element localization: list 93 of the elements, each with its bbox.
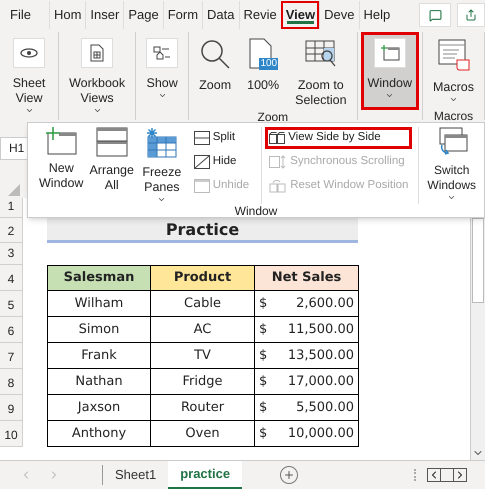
table-cell: Wilham [47,291,151,317]
sheet-title: Practice [47,218,358,243]
table-cell: Router [151,395,255,421]
ribbon-button[interactable]: 100 100% [240,32,286,111]
ribbon-tab[interactable]: Data [202,1,238,29]
ribbon-button[interactable]: Sheet View [3,32,56,118]
table-cell-text: 5,500.00 [296,398,354,417]
horizontal-scroll-buttons[interactable] [427,468,467,482]
table-cell: AC [151,317,255,343]
split-icon [194,131,210,145]
ribbon-button[interactable]: Macros [426,32,481,110]
document-icon [81,38,114,68]
table-cell-text: 13,500.00 [288,346,354,365]
new-window-icon [374,38,406,68]
magnifier-icon [199,38,232,70]
unhide-icon [194,179,210,193]
group-label: Window [234,204,278,220]
table-cell-text: 2,600.00 [296,294,354,313]
ribbon-tab[interactable]: Revie [238,1,281,29]
add-sheet-button[interactable] [280,466,298,484]
group-label: Zoom [256,111,290,121]
row-number: 4 [0,265,23,291]
ribbon-button[interactable]: Show [139,32,186,110]
switch-windows-button[interactable]: Switch Windows [418,127,480,204]
side-by-side-icon [269,132,286,144]
freeze-grid-icon [146,127,178,159]
reset-windows-icon [269,179,288,193]
table-cell: Nathan [47,369,151,395]
large-button[interactable]: Freeze Panes [136,127,187,204]
ribbon-tab[interactable]: Hom [48,1,86,29]
currency-symbol: $ [259,398,268,417]
ribbon-tab[interactable]: Deve [319,1,358,29]
ribbon-button[interactable]: Workbook Views [62,32,132,118]
currency-symbol: $ [259,294,268,313]
window-menu-item[interactable]: Split [190,127,254,149]
sync-scroll-icon [269,155,288,169]
eye-icon [13,38,46,68]
group-label: Macros [432,110,474,120]
ribbon-tab[interactable]: Page [123,1,163,29]
large-button[interactable]: Arrange All [86,127,137,204]
window-menu-item[interactable]: View Side by Side [265,127,412,149]
currency-symbol: $ [259,346,268,365]
row-number: 9 [0,395,23,421]
shapes-icon [146,38,178,68]
row-number: 5 [0,291,23,317]
currency-symbol: $ [259,424,268,443]
row-number: 10 [0,421,23,447]
table-cell: TV [151,343,255,369]
table-header-cell: Product [151,265,255,291]
plus-icon [283,469,296,481]
ribbon-tab[interactable]: View [280,1,320,29]
table-cell-text: 17,000.00 [288,372,354,391]
table-header-cell: Net Sales [255,265,359,291]
comments-button[interactable] [419,3,451,27]
table-cell: Fridge [151,369,255,395]
currency-symbol: $ [259,372,268,391]
table-cell: Frank [47,343,151,369]
stacked-windows-icon [96,127,128,157]
table-header-cell: Salesman [47,265,151,291]
hide-icon [194,155,210,169]
vertical-scrollbar[interactable] [470,218,485,460]
ribbon-tab[interactable]: Form [162,1,202,29]
row-number: 2 [0,218,23,243]
macro-sheet-icon [436,38,470,72]
table-cell: Cable [151,291,255,317]
select-all-icon [8,184,20,196]
ribbon-button[interactable]: Zoom [192,32,238,111]
row-number: 7 [0,343,23,369]
table-cell: Jaxson [47,395,151,421]
table-cell-text: 11,500.00 [288,320,354,339]
table-cell: Simon [47,317,151,343]
row-number: 8 [0,369,23,395]
row-number: 1 [0,198,23,218]
new-window-icon [45,127,78,155]
ribbon-tab[interactable]: File [6,1,35,29]
scroll-thumb[interactable] [472,218,484,303]
ribbon-button[interactable]: Zoom to Selection [288,32,354,111]
row-number: 6 [0,317,23,343]
ribbon-button[interactable]: Window [360,32,420,110]
currency-symbol: $ [259,320,268,339]
window-menu-item[interactable]: Hide [190,151,254,173]
table-cell: Anthony [47,421,151,447]
share-button[interactable] [457,3,485,27]
row-number: 3 [0,243,23,265]
sheet-tab[interactable]: practice [168,461,242,489]
table-cell: Oven [151,421,255,447]
comment-icon [428,8,442,22]
ribbon-tab[interactable]: Inser [85,1,124,29]
table-cell-text: 10,000.00 [288,424,354,443]
drag-handle-icon[interactable] [414,469,417,481]
sheet-tab[interactable]: Sheet1 [103,461,168,489]
ribbon-tab[interactable]: Help [358,1,394,29]
share-icon [465,9,477,21]
